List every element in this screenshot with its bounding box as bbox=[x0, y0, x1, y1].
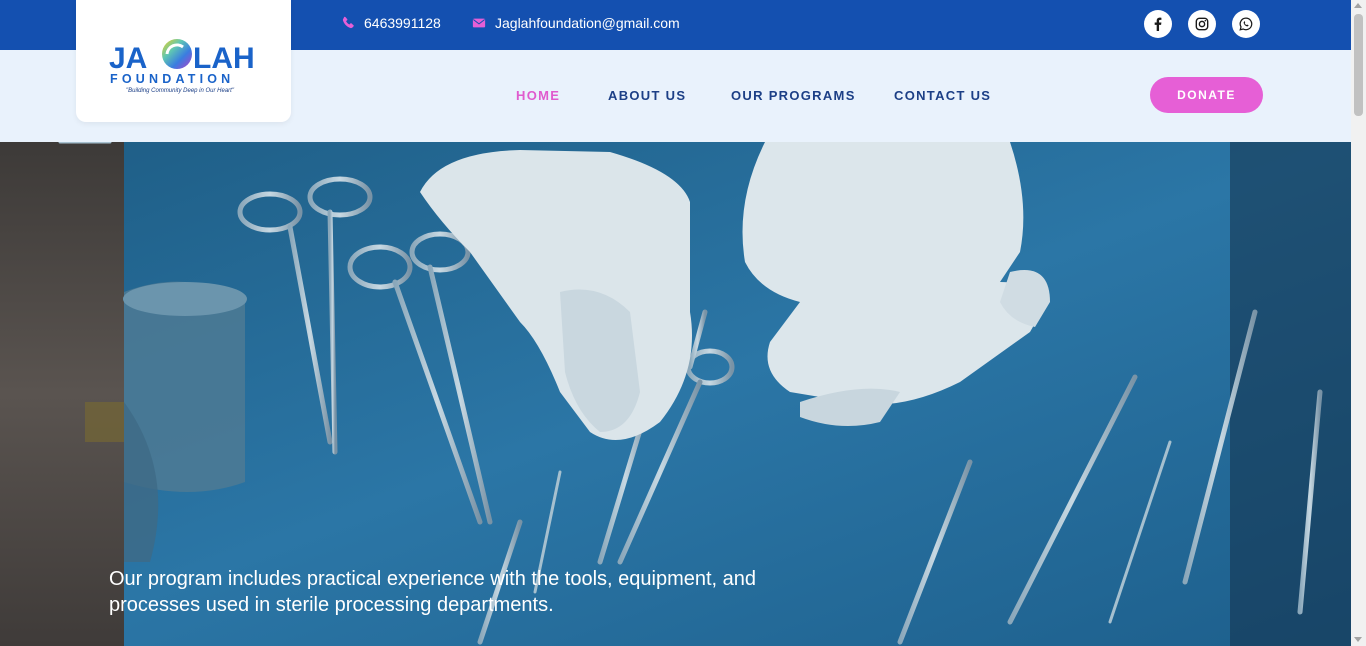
phone-contact[interactable]: 6463991128 bbox=[341, 15, 441, 31]
scroll-down-arrow-icon[interactable] bbox=[1354, 637, 1362, 642]
svg-text:JA: JA bbox=[109, 42, 147, 75]
instagram-icon bbox=[1195, 17, 1209, 31]
jaglah-foundation-logo: JA LAH FOUNDATION "Building Community De… bbox=[109, 39, 255, 94]
facebook-button[interactable] bbox=[1144, 10, 1172, 38]
donate-button[interactable]: DONATE bbox=[1150, 77, 1263, 113]
facebook-icon bbox=[1154, 17, 1162, 31]
nav-about-us[interactable]: ABOUT US bbox=[608, 88, 686, 103]
page-scrollbar[interactable] bbox=[1351, 0, 1366, 646]
whatsapp-button[interactable] bbox=[1232, 10, 1260, 38]
logo[interactable]: JA LAH FOUNDATION "Building Community De… bbox=[76, 0, 291, 122]
nav-contact-us[interactable]: CONTACT US bbox=[894, 88, 991, 103]
whatsapp-icon bbox=[1239, 17, 1253, 31]
svg-text:LAH: LAH bbox=[193, 42, 255, 75]
email-contact[interactable]: Jaglahfoundation@gmail.com bbox=[472, 15, 680, 31]
svg-text:"Building Community Deep in Ou: "Building Community Deep in Our Heart" bbox=[126, 88, 235, 94]
email-address: Jaglahfoundation@gmail.com bbox=[495, 15, 680, 31]
phone-number: 6463991128 bbox=[364, 15, 441, 31]
scrollbar-thumb[interactable] bbox=[1354, 14, 1363, 116]
nav-home[interactable]: HOME bbox=[516, 88, 560, 103]
hero-text: Our program includes practical experienc… bbox=[109, 568, 757, 616]
nav-our-programs[interactable]: OUR PROGRAMS bbox=[731, 88, 856, 103]
instagram-button[interactable] bbox=[1188, 10, 1216, 38]
phone-icon bbox=[342, 16, 354, 29]
hero-banner: Our program includes practical experienc… bbox=[0, 142, 1351, 646]
scroll-up-arrow-icon[interactable] bbox=[1354, 3, 1362, 8]
svg-text:FOUNDATION: FOUNDATION bbox=[110, 72, 234, 86]
envelope-icon bbox=[472, 18, 486, 28]
